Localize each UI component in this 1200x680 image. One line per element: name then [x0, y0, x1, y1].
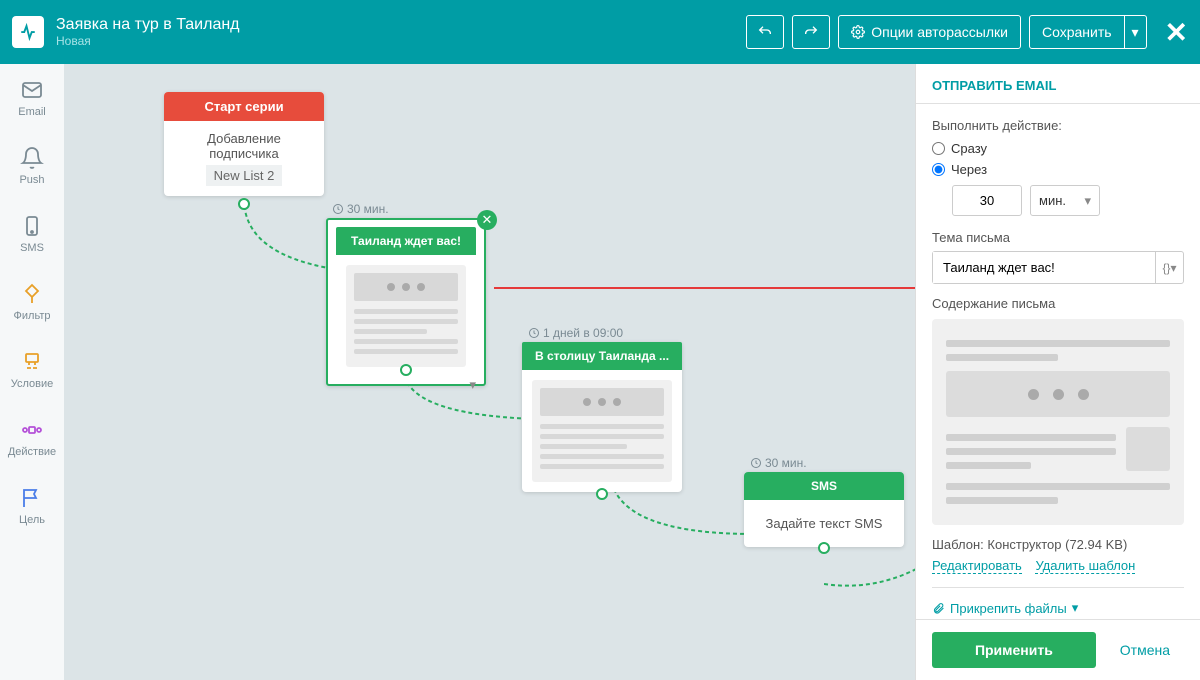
- edit-template-link[interactable]: Редактировать: [932, 558, 1022, 574]
- flow-canvas[interactable]: Старт серии Добавление подписчика New Li…: [64, 64, 915, 680]
- delete-node-button[interactable]: ✕: [477, 210, 497, 230]
- email-icon: [20, 78, 44, 102]
- autoresponder-button[interactable]: Опции авторассылки: [838, 15, 1021, 49]
- delay-unit-select[interactable]: мин.: [1030, 185, 1100, 216]
- gear-icon: [851, 25, 865, 39]
- template-preview: [932, 319, 1184, 525]
- delay-label-1: 30 мин.: [332, 202, 389, 216]
- flag-icon: [20, 486, 44, 510]
- connector-dot[interactable]: [238, 198, 250, 210]
- connector-dot[interactable]: [818, 542, 830, 554]
- radio-now-input[interactable]: [932, 142, 945, 155]
- subject-input[interactable]: [933, 252, 1155, 283]
- node-email-2[interactable]: В столицу Таиланда ...: [522, 342, 682, 492]
- node-start[interactable]: Старт серии Добавление подписчика New Li…: [164, 92, 324, 196]
- apply-button[interactable]: Применить: [932, 632, 1096, 668]
- tool-email[interactable]: Email: [0, 64, 64, 132]
- tools-sidebar: Email Push SMS Фильтр Условие Действие Ц…: [0, 64, 64, 680]
- close-icon[interactable]: ✕: [1165, 16, 1188, 49]
- save-button[interactable]: Сохранить: [1029, 15, 1125, 49]
- node-email-1-title: Таиланд ждет вас!: [336, 227, 476, 255]
- tool-filter[interactable]: Фильтр: [0, 268, 64, 336]
- page-status: Новая: [56, 34, 240, 48]
- connector-dot[interactable]: [596, 488, 608, 500]
- node-email-2-title: В столицу Таиланда ...: [522, 342, 682, 370]
- properties-panel: ОТПРАВИТЬ EMAIL Выполнить действие: Сраз…: [915, 64, 1200, 680]
- cancel-button[interactable]: Отмена: [1106, 632, 1184, 668]
- node-sms[interactable]: SMS Задайте текст SMS: [744, 472, 904, 547]
- template-info: Шаблон: Конструктор (72.94 KB): [932, 537, 1184, 552]
- paperclip-icon: [932, 602, 945, 615]
- node-sms-title: SMS: [744, 472, 904, 500]
- delay-label-2: 1 дней в 09:00: [528, 326, 623, 340]
- node-start-title: Старт серии: [164, 92, 324, 121]
- panel-title: ОТПРАВИТЬ EMAIL: [916, 64, 1200, 104]
- delay-value-input[interactable]: [952, 185, 1022, 216]
- delay-label-3: 30 мин.: [750, 456, 807, 470]
- undo-button[interactable]: [746, 15, 784, 49]
- content-label: Содержание письма: [932, 296, 1184, 311]
- filter-icon: [20, 282, 44, 306]
- title-block: Заявка на тур в Таиланд Новая: [56, 16, 240, 48]
- phone-icon: [20, 214, 44, 238]
- radio-delay-input[interactable]: [932, 163, 945, 176]
- tool-action[interactable]: Действие: [0, 404, 64, 472]
- tool-condition[interactable]: Условие: [0, 336, 64, 404]
- action-icon: [20, 418, 44, 442]
- tool-push[interactable]: Push: [0, 132, 64, 200]
- tool-sms[interactable]: SMS: [0, 200, 64, 268]
- tool-goal[interactable]: Цель: [0, 472, 64, 540]
- bell-icon: [20, 146, 44, 170]
- redo-button[interactable]: [792, 15, 830, 49]
- node-start-list: New List 2: [206, 165, 283, 186]
- clock-icon: [528, 327, 540, 339]
- condition-icon: [20, 350, 44, 374]
- radio-delay[interactable]: Через: [932, 162, 1184, 177]
- clock-icon: [332, 203, 344, 215]
- clock-icon: [750, 457, 762, 469]
- radio-now[interactable]: Сразу: [932, 141, 1184, 156]
- node-start-desc: Добавление подписчика: [174, 131, 314, 161]
- save-dropdown[interactable]: ▾: [1125, 15, 1147, 49]
- action-label: Выполнить действие:: [932, 118, 1184, 133]
- node-sms-desc: Задайте текст SMS: [744, 500, 904, 547]
- connector-dot[interactable]: [400, 364, 412, 376]
- variables-button[interactable]: {}▾: [1155, 252, 1183, 283]
- attach-files-link[interactable]: Прикрепить файлы ▾: [932, 587, 1184, 616]
- logo-icon: [12, 16, 44, 48]
- node-email-1[interactable]: Таиланд ждет вас!: [326, 218, 486, 386]
- app-header: Заявка на тур в Таиланд Новая Опции авто…: [0, 0, 1200, 64]
- subject-label: Тема письма: [932, 230, 1184, 245]
- delete-template-link[interactable]: Удалить шаблон: [1035, 558, 1135, 574]
- page-title: Заявка на тур в Таиланд: [56, 16, 240, 34]
